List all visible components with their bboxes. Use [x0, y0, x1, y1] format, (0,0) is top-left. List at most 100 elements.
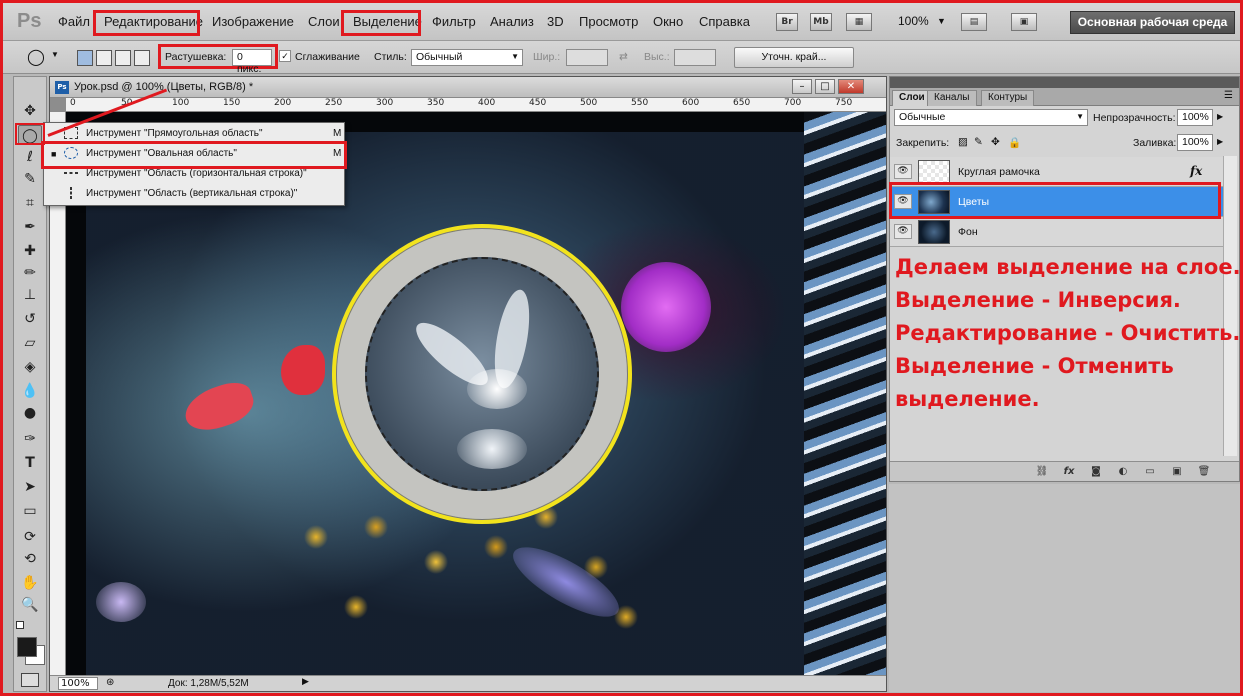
- tab-channels[interactable]: Каналы: [927, 90, 977, 106]
- style-select[interactable]: Обычный ▼: [411, 49, 523, 66]
- ellipse-marquee-icon[interactable]: ◯: [27, 47, 45, 67]
- layer-thumbnail: [918, 220, 950, 244]
- lock-pixels-icon[interactable]: ✎: [974, 136, 983, 148]
- feather-input[interactable]: 0 пикс.: [232, 49, 272, 75]
- type-tool-icon[interactable]: T: [18, 453, 42, 473]
- highlight-edit-menu: [93, 10, 200, 36]
- minimize-button[interactable]: –: [792, 79, 812, 94]
- add-selection-icon[interactable]: [96, 50, 112, 66]
- chevron-down-icon: ▼: [1076, 112, 1084, 121]
- hand-tool-icon[interactable]: ✋: [18, 573, 42, 593]
- lock-position-icon[interactable]: ✥: [991, 136, 1000, 148]
- lock-transparency-icon[interactable]: ▨: [958, 136, 968, 148]
- eraser-tool-icon[interactable]: ▱: [18, 333, 42, 353]
- fill-arrow-icon[interactable]: ▶: [1217, 137, 1223, 146]
- default-colors-icon[interactable]: [16, 621, 24, 629]
- path-select-tool-icon[interactable]: ➤: [18, 477, 42, 497]
- status-zoom-icon[interactable]: ⊛: [106, 677, 114, 688]
- eye-icon[interactable]: 👁: [894, 224, 912, 239]
- brush-tool-icon[interactable]: ✏: [18, 263, 42, 283]
- zoom-level[interactable]: 100%: [898, 14, 929, 28]
- panel-menu-icon[interactable]: ☰: [1224, 90, 1233, 101]
- quick-mask-icon[interactable]: [21, 673, 39, 687]
- lock-all-icon[interactable]: 🔒: [1008, 136, 1021, 149]
- refine-edge-button[interactable]: Уточн. край...: [734, 47, 854, 68]
- new-selection-icon[interactable]: [77, 50, 93, 66]
- panel-header-strip: [890, 77, 1239, 88]
- subtract-selection-icon[interactable]: [115, 50, 131, 66]
- flyout-item-shortcut: M: [333, 128, 342, 139]
- close-button[interactable]: ✕: [838, 79, 864, 94]
- blend-mode-select[interactable]: Обычные ▼: [894, 109, 1088, 126]
- opacity-arrow-icon[interactable]: ▶: [1217, 112, 1223, 121]
- opacity-input[interactable]: 100%: [1177, 109, 1213, 126]
- paint-bucket-tool-icon[interactable]: ◈: [18, 357, 42, 377]
- ruler-number: 300: [376, 98, 394, 108]
- link-layers-icon[interactable]: ⛓: [1035, 465, 1049, 478]
- pen-tool-icon[interactable]: ✑: [18, 429, 42, 449]
- new-group-icon[interactable]: ▭: [1143, 465, 1157, 478]
- layer-row-background[interactable]: 👁 Фон: [890, 217, 1223, 247]
- menu-file[interactable]: Файл: [58, 14, 90, 29]
- stamp-tool-icon[interactable]: ⊥: [18, 285, 42, 305]
- tab-paths[interactable]: Контуры: [981, 90, 1035, 106]
- menu-help[interactable]: Справка: [699, 14, 750, 29]
- ruler-number: 400: [478, 98, 496, 108]
- menu-image[interactable]: Изображение: [212, 14, 294, 29]
- menu-analysis[interactable]: Анализ: [490, 14, 534, 29]
- workspace-button[interactable]: Основная рабочая среда: [1070, 11, 1235, 34]
- menu-window[interactable]: Окно: [653, 14, 683, 29]
- zoom-tool-icon[interactable]: 🔍: [18, 595, 42, 615]
- blur-tool-icon[interactable]: 💧: [18, 381, 42, 401]
- shape-tool-icon[interactable]: ▭: [18, 501, 42, 521]
- height-label: Выс.:: [644, 51, 670, 63]
- dodge-tool-icon[interactable]: ●: [18, 403, 42, 423]
- add-style-icon[interactable]: fx: [1062, 465, 1076, 478]
- fill-input[interactable]: 100%: [1177, 134, 1213, 151]
- swap-icon[interactable]: ⇄: [619, 51, 628, 63]
- menu-filter[interactable]: Фильтр: [432, 14, 476, 29]
- flyout-item-label: Инструмент "Область (горизонтальная стро…: [86, 168, 307, 179]
- menu-view[interactable]: Просмотр: [579, 14, 638, 29]
- foreground-color-swatch[interactable]: [17, 637, 37, 657]
- new-layer-icon[interactable]: ▣: [1170, 465, 1184, 478]
- antialias-checkbox[interactable]: ✓: [279, 50, 291, 62]
- eyedropper-tool-icon[interactable]: ✒: [18, 217, 42, 237]
- history-brush-tool-icon[interactable]: ↺: [18, 309, 42, 329]
- status-zoom-input[interactable]: 100%: [58, 677, 98, 690]
- maximize-button[interactable]: □: [815, 79, 835, 94]
- adjustment-layer-icon[interactable]: ◐: [1116, 465, 1130, 478]
- tab-layers[interactable]: Слои: [892, 90, 932, 106]
- width-input[interactable]: [566, 49, 608, 66]
- document-status-bar: 100% ⊛ Док: 1,28M/5,52M ▶: [50, 675, 886, 691]
- bridge-button[interactable]: Br: [776, 13, 798, 31]
- 3d-camera-tool-icon[interactable]: ⟲: [18, 549, 42, 569]
- add-mask-icon[interactable]: ◙: [1089, 465, 1103, 478]
- menu-3d[interactable]: 3D: [547, 14, 564, 29]
- layer-thumbnail: [918, 160, 950, 184]
- move-tool-icon[interactable]: ✥: [18, 101, 42, 121]
- status-arrow-icon[interactable]: ▶: [302, 677, 309, 687]
- chevron-down-icon: ▼: [511, 52, 519, 61]
- annotation-line: Делаем выделение на слое.: [895, 255, 1241, 279]
- arrange-documents-button[interactable]: ▤: [961, 13, 987, 31]
- tool-preset-dropdown-icon[interactable]: ▼: [51, 50, 59, 59]
- quick-select-tool-icon[interactable]: ✎: [18, 169, 42, 189]
- menu-layers[interactable]: Слои: [308, 14, 340, 29]
- 3d-rotate-tool-icon[interactable]: ⟳: [18, 527, 42, 547]
- zoom-dropdown-icon[interactable]: ▼: [937, 16, 946, 26]
- screen-mode-button[interactable]: ▣: [1011, 13, 1037, 31]
- document-size-info[interactable]: Док: 1,28M/5,52M: [168, 678, 249, 689]
- trash-icon[interactable]: 🗑: [1197, 465, 1211, 478]
- height-input[interactable]: [674, 49, 716, 66]
- document-titlebar: Ps Урок.psd @ 100% (Цветы, RGB/8) * – □ …: [50, 77, 886, 98]
- intersect-selection-icon[interactable]: [134, 50, 150, 66]
- lasso-tool-icon[interactable]: ℓ: [18, 147, 42, 167]
- flyout-item-single-column-marquee[interactable]: Инструмент "Область (вертикальная строка…: [44, 184, 344, 204]
- layer-effects-icon[interactable]: fx: [1190, 164, 1202, 178]
- healing-tool-icon[interactable]: ✚: [18, 241, 42, 261]
- eye-icon[interactable]: 👁: [894, 164, 912, 179]
- mini-bridge-button[interactable]: Mb: [810, 13, 832, 31]
- view-extras-button[interactable]: ▦: [846, 13, 872, 31]
- crop-tool-icon[interactable]: ⌗: [18, 193, 42, 213]
